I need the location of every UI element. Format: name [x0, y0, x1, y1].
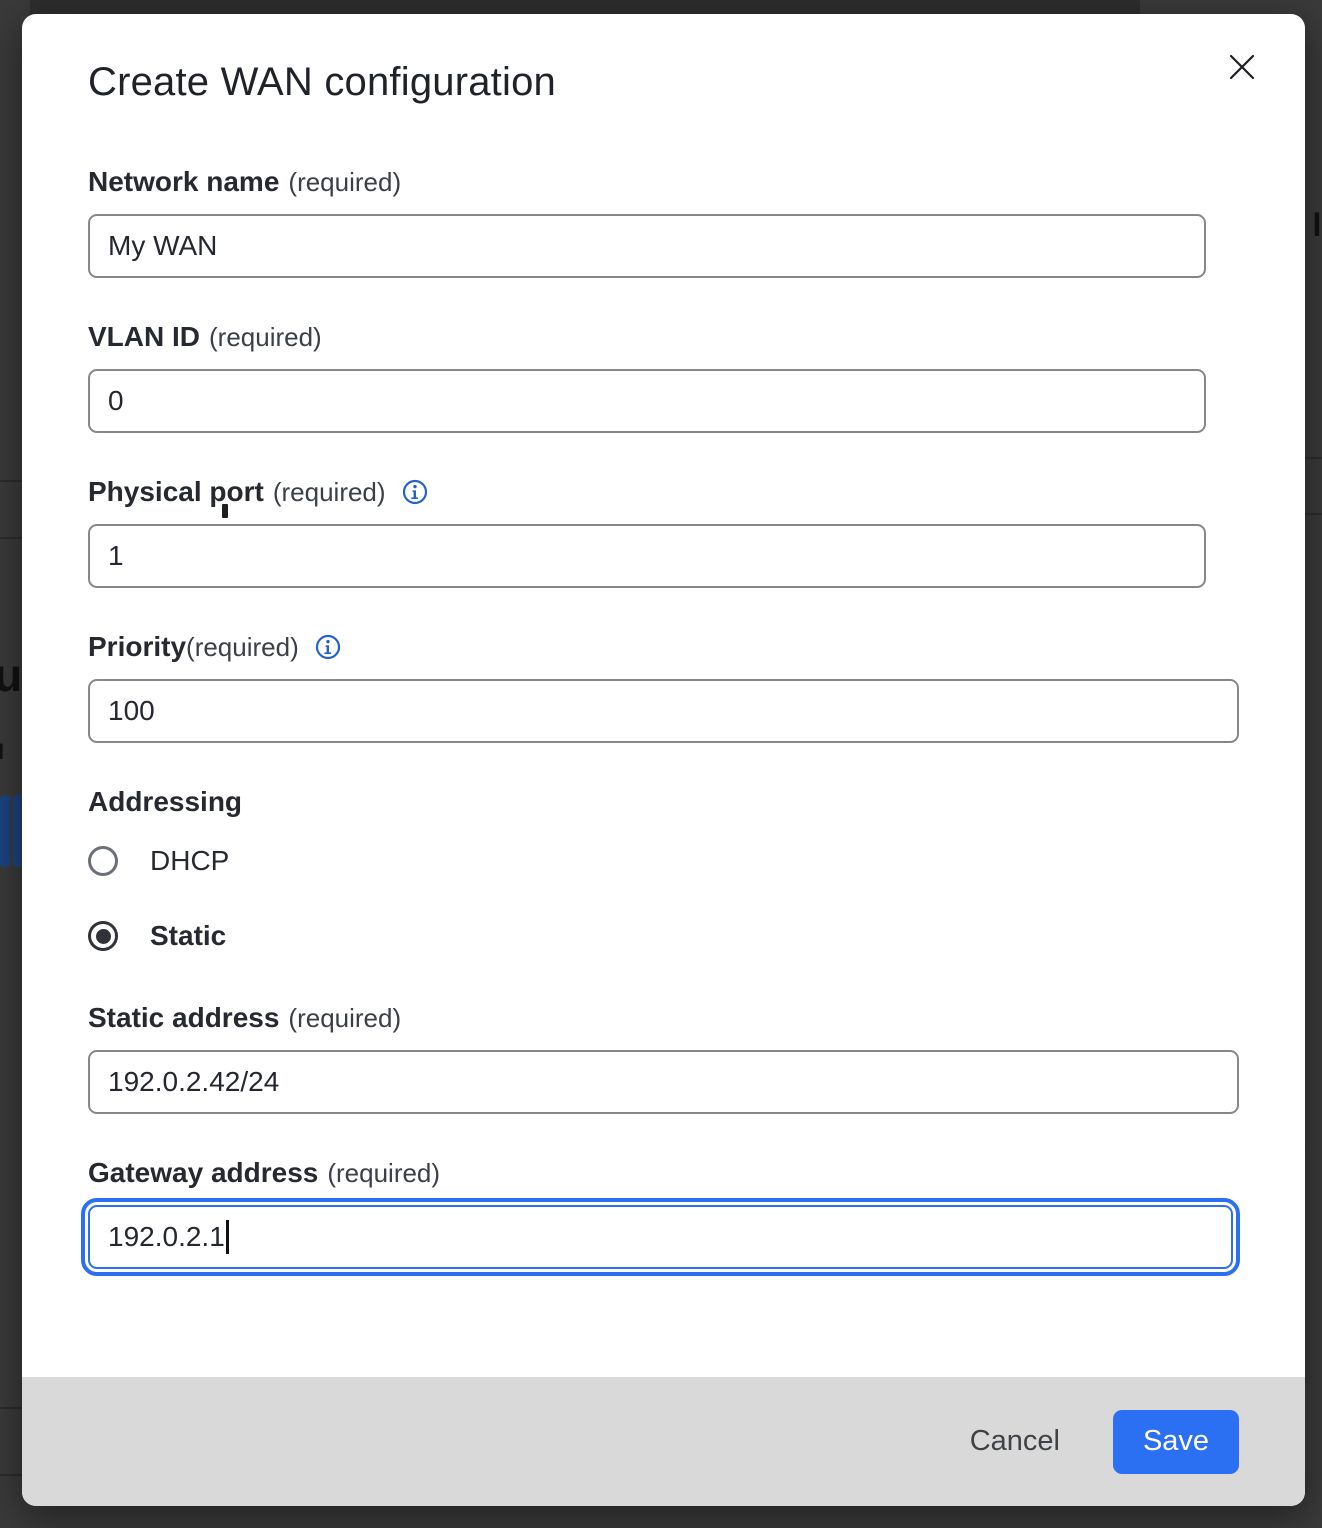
network-name-field-group: Network name (required)	[88, 166, 1239, 278]
network-name-input[interactable]	[88, 214, 1206, 278]
info-icon[interactable]	[402, 479, 428, 505]
close-icon	[1227, 52, 1257, 82]
addressing-heading: Addressing	[88, 786, 1239, 818]
background-table-line	[0, 1407, 22, 1409]
gateway-address-label: Gateway address (required)	[88, 1157, 1239, 1189]
info-icon[interactable]	[315, 634, 341, 660]
priority-label: Priority (required)	[88, 631, 1239, 663]
required-hint: (required)	[327, 1157, 440, 1189]
label-text: VLAN ID	[88, 321, 200, 353]
dialog-footer: Cancel Save	[22, 1377, 1305, 1506]
priority-input[interactable]	[88, 679, 1239, 743]
label-text: Gateway address	[88, 1157, 318, 1189]
dialog-body: Create WAN configuration Network name (r…	[22, 14, 1305, 1377]
priority-field-group: Priority (required)	[88, 631, 1239, 743]
required-hint: (required)	[288, 166, 401, 198]
required-hint: (required)	[288, 1002, 401, 1034]
background-table-line	[0, 1474, 22, 1476]
radio-button-selected[interactable]	[88, 921, 118, 951]
required-hint: (required)	[209, 321, 322, 353]
text-cursor-artifact	[222, 504, 228, 518]
radio-button[interactable]	[88, 846, 118, 876]
cancel-button[interactable]: Cancel	[966, 1417, 1064, 1466]
background-table-line	[1303, 457, 1322, 459]
static-address-field-group: Static address (required)	[88, 1002, 1239, 1114]
network-name-label: Network name (required)	[88, 166, 1239, 198]
save-button[interactable]: Save	[1113, 1410, 1239, 1474]
dialog-title: Create WAN configuration	[88, 58, 1239, 106]
background-text-fragment: gu	[0, 648, 22, 702]
static-address-input[interactable]	[88, 1050, 1239, 1114]
physical-port-field-group: Physical port (required)	[88, 476, 1239, 588]
label-text: Static address	[88, 1002, 279, 1034]
vlan-id-field-group: VLAN ID (required)	[88, 321, 1239, 433]
text-caret	[226, 1220, 229, 1254]
gateway-address-field-group: Gateway address (required)	[88, 1157, 1239, 1269]
background-table-line	[0, 537, 22, 539]
gateway-address-input[interactable]	[88, 1205, 1233, 1269]
background-text-fragment: u	[0, 733, 5, 767]
addressing-option-dhcp[interactable]: DHCP	[88, 845, 1239, 877]
physical-port-input[interactable]	[88, 524, 1206, 588]
background-blue-button-fragment	[0, 795, 10, 867]
label-text: Physical port	[88, 476, 264, 508]
static-address-label: Static address (required)	[88, 1002, 1239, 1034]
label-text: Priority	[88, 631, 186, 663]
vlan-id-label: VLAN ID (required)	[88, 321, 1239, 353]
gateway-address-input-wrapper	[88, 1205, 1239, 1269]
required-hint: (required)	[273, 476, 386, 508]
close-button[interactable]	[1225, 50, 1259, 84]
radio-label[interactable]: DHCP	[150, 845, 229, 877]
label-text: Network name	[88, 166, 279, 198]
radio-label[interactable]: Static	[150, 920, 226, 952]
vlan-id-input[interactable]	[88, 369, 1206, 433]
background-table-line	[0, 480, 22, 482]
physical-port-label: Physical port (required)	[88, 476, 1239, 508]
background-table-line	[1303, 513, 1322, 515]
screen: gu u : l t Create WAN configuration Netw…	[0, 0, 1322, 1528]
background-header-edge	[30, 0, 1140, 14]
create-wan-dialog: Create WAN configuration Network name (r…	[22, 14, 1305, 1506]
required-hint: (required)	[186, 631, 299, 663]
addressing-option-static[interactable]: Static	[88, 920, 1239, 952]
